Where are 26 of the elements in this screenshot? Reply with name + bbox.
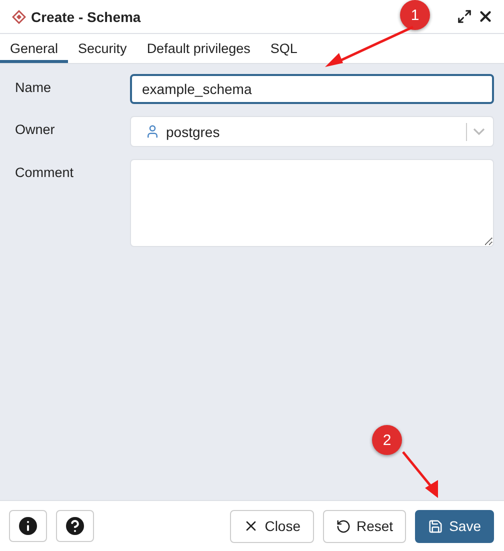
field-label: Comment xyxy=(15,164,75,180)
save-icon xyxy=(428,518,444,534)
schema-icon xyxy=(12,10,26,24)
field-label: Owner xyxy=(15,121,56,137)
help-icon xyxy=(63,514,87,538)
step-badge: 1 xyxy=(400,0,430,30)
tab[interactable]: Default privileges xyxy=(136,34,260,63)
name-field[interactable]: example_schema xyxy=(130,74,494,104)
save-button[interactable]: Save xyxy=(415,510,494,542)
user-icon xyxy=(145,124,160,139)
owner-select[interactable]: postgres xyxy=(130,116,494,147)
close-icon[interactable] xyxy=(477,8,494,25)
close-button[interactable]: Close xyxy=(230,510,314,542)
window-title: Create - Schema xyxy=(31,8,141,24)
reset-icon xyxy=(336,518,350,534)
maximize-icon[interactable] xyxy=(457,9,472,24)
info-button[interactable] xyxy=(9,510,47,542)
reset-button[interactable]: Reset xyxy=(322,510,406,542)
help-button[interactable] xyxy=(56,510,94,542)
chevron-icon xyxy=(473,128,485,135)
tab[interactable]: SQL xyxy=(260,34,308,63)
owner-value: postgres xyxy=(166,124,221,140)
comment-field[interactable] xyxy=(130,159,494,247)
tab[interactable]: Security xyxy=(68,34,137,63)
field-label: Name xyxy=(15,79,52,95)
info-icon xyxy=(16,514,40,538)
